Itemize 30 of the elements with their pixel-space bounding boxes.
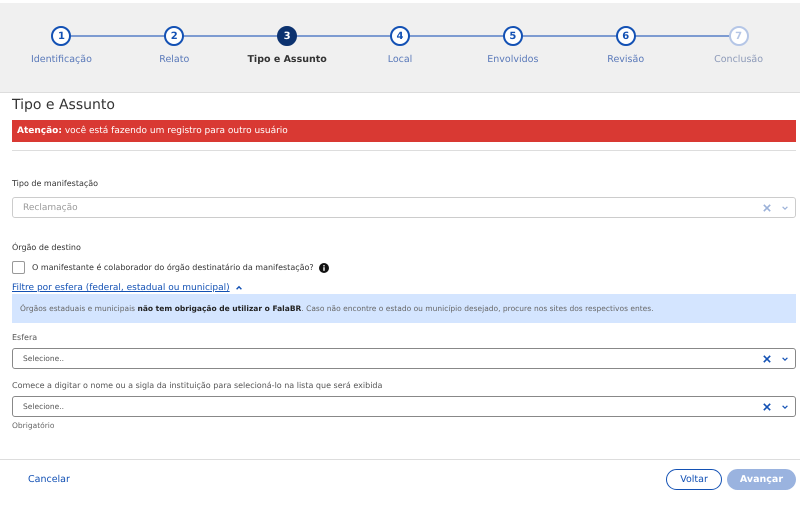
step-circle[interactable]: 2 <box>164 26 184 46</box>
step-circle[interactable]: 6 <box>616 26 636 46</box>
field-label: Comece a digitar o nome ou a sigla da instituição para selecioná-lo na lista que será exibida <box>12 381 384 390</box>
field-label: Esfera <box>12 333 38 342</box>
filter-link[interactable]: Filtre por esfera (federal, estadual ou municipal) <box>12 283 230 293</box>
step-label: Envolvidos <box>487 54 538 65</box>
step-circle[interactable]: 1 <box>51 26 72 46</box>
step-label: Identificação <box>30 54 92 65</box>
checkbox-label[interactable]: O manifestante é colaborador do órgão destinatário da manifestação? <box>32 263 314 272</box>
checkbox[interactable] <box>12 261 25 274</box>
chevron-down-icon[interactable] <box>781 402 789 410</box>
alert-banner: Atenção: você está fazendo um registro para outro usuário <box>12 120 796 142</box>
step-circle[interactable]: 4 <box>390 26 410 46</box>
info-icon[interactable] <box>318 262 329 272</box>
step-circle[interactable]: 5 <box>502 26 523 46</box>
chevron-down-icon[interactable] <box>781 354 789 362</box>
caret-icon[interactable] <box>234 284 243 292</box>
back-button[interactable]: Voltar <box>666 469 722 490</box>
page-title: Tipo e Assunto <box>12 97 116 113</box>
step-label: Relato <box>159 54 190 65</box>
step-label: Conclusão <box>714 54 764 65</box>
clear-icon[interactable] <box>763 402 771 410</box>
step-label: Tipo e Assunto <box>247 54 327 65</box>
section-label: Órgão de destino <box>12 243 82 252</box>
step-circle[interactable]: 3 <box>277 26 298 46</box>
cancel-button[interactable]: Cancelar <box>22 470 76 489</box>
step-label: Revisão <box>607 54 644 65</box>
field-label: Tipo de manifestação <box>12 179 100 188</box>
step-label: Local <box>388 54 412 65</box>
clear-icon[interactable] <box>763 354 771 362</box>
